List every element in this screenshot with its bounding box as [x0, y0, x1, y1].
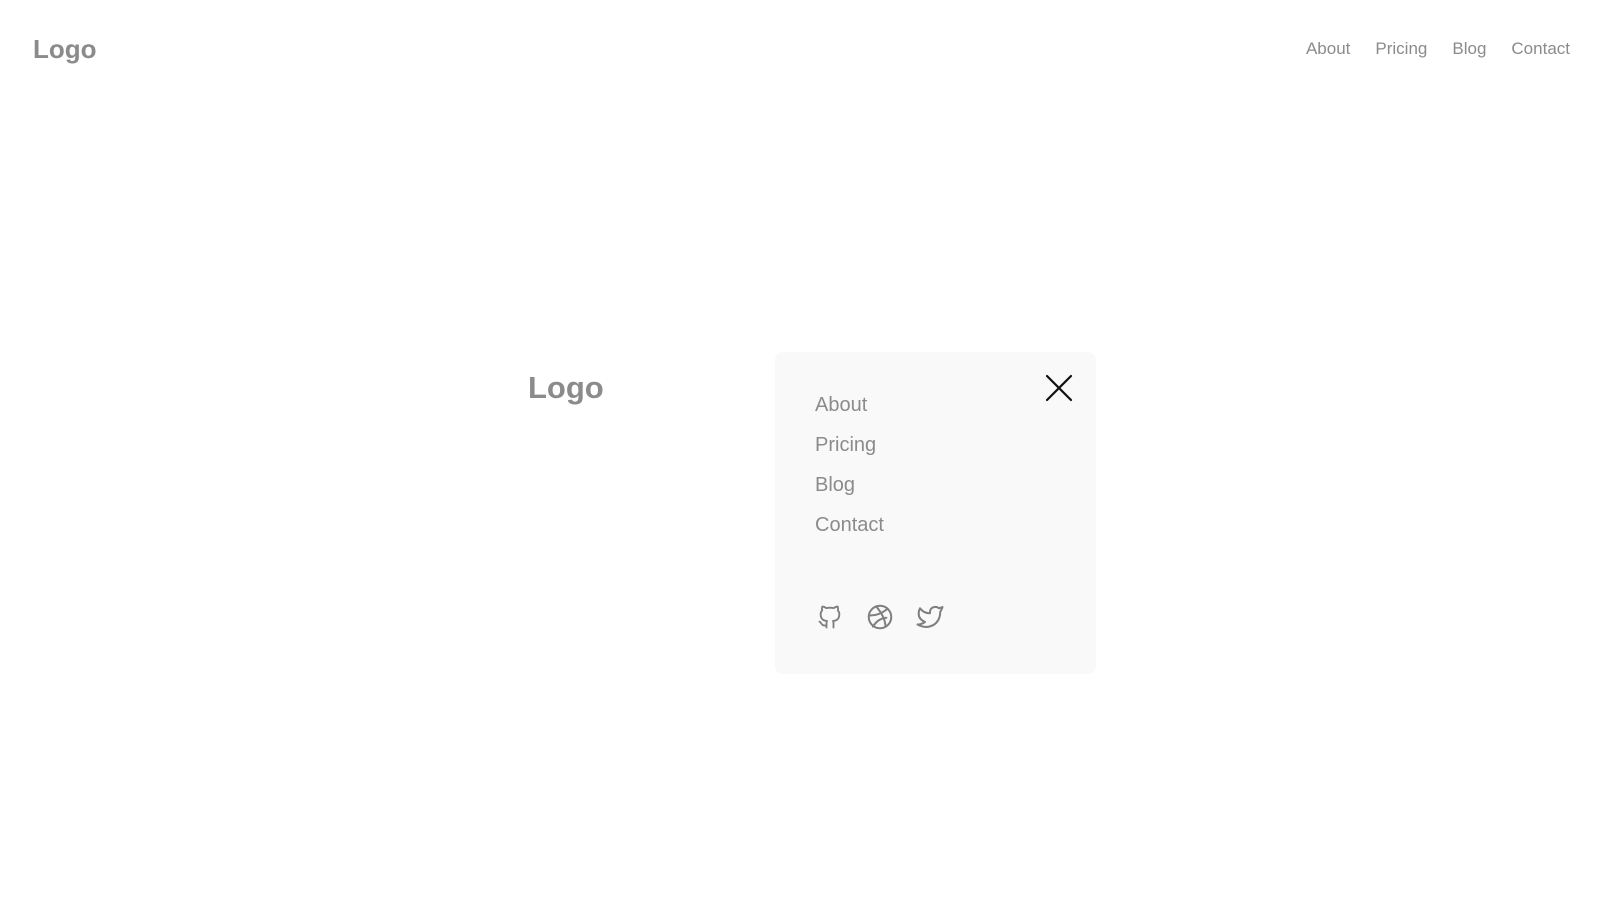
github-icon	[818, 605, 841, 629]
logo[interactable]: Logo	[33, 33, 97, 65]
main-nav: About Pricing Blog Contact	[1306, 38, 1570, 60]
mobile-menu-list: About Pricing Blog Contact	[815, 393, 884, 553]
mobile-menu-link-blog[interactable]: Blog	[815, 474, 855, 496]
close-icon	[1045, 374, 1073, 402]
mobile-menu-item: Blog	[815, 473, 884, 513]
twitter-icon	[916, 605, 944, 628]
social-links	[815, 602, 945, 632]
twitter-link[interactable]	[915, 602, 945, 632]
mobile-logo[interactable]: Logo	[528, 370, 604, 406]
nav-link-contact[interactable]: Contact	[1511, 38, 1570, 60]
dribbble-icon	[867, 604, 893, 630]
dribbble-link[interactable]	[865, 602, 895, 632]
nav-link-about[interactable]: About	[1306, 38, 1350, 60]
mobile-menu-link-about[interactable]: About	[815, 394, 867, 416]
mobile-menu-item: Contact	[815, 513, 884, 553]
nav-link-pricing[interactable]: Pricing	[1375, 38, 1427, 60]
mobile-menu-link-contact[interactable]: Contact	[815, 514, 884, 536]
mobile-menu-link-pricing[interactable]: Pricing	[815, 434, 876, 456]
close-button[interactable]	[1043, 372, 1075, 404]
nav-link-blog[interactable]: Blog	[1452, 38, 1486, 60]
top-navigation-bar: Logo About Pricing Blog Contact	[0, 0, 1600, 98]
page: Logo About Pricing Blog Contact Logo Abo…	[0, 0, 1600, 900]
github-link[interactable]	[815, 602, 845, 632]
mobile-menu-item: Pricing	[815, 433, 884, 473]
mobile-menu-item: About	[815, 393, 884, 433]
mobile-menu-panel: About Pricing Blog Contact	[775, 352, 1096, 674]
